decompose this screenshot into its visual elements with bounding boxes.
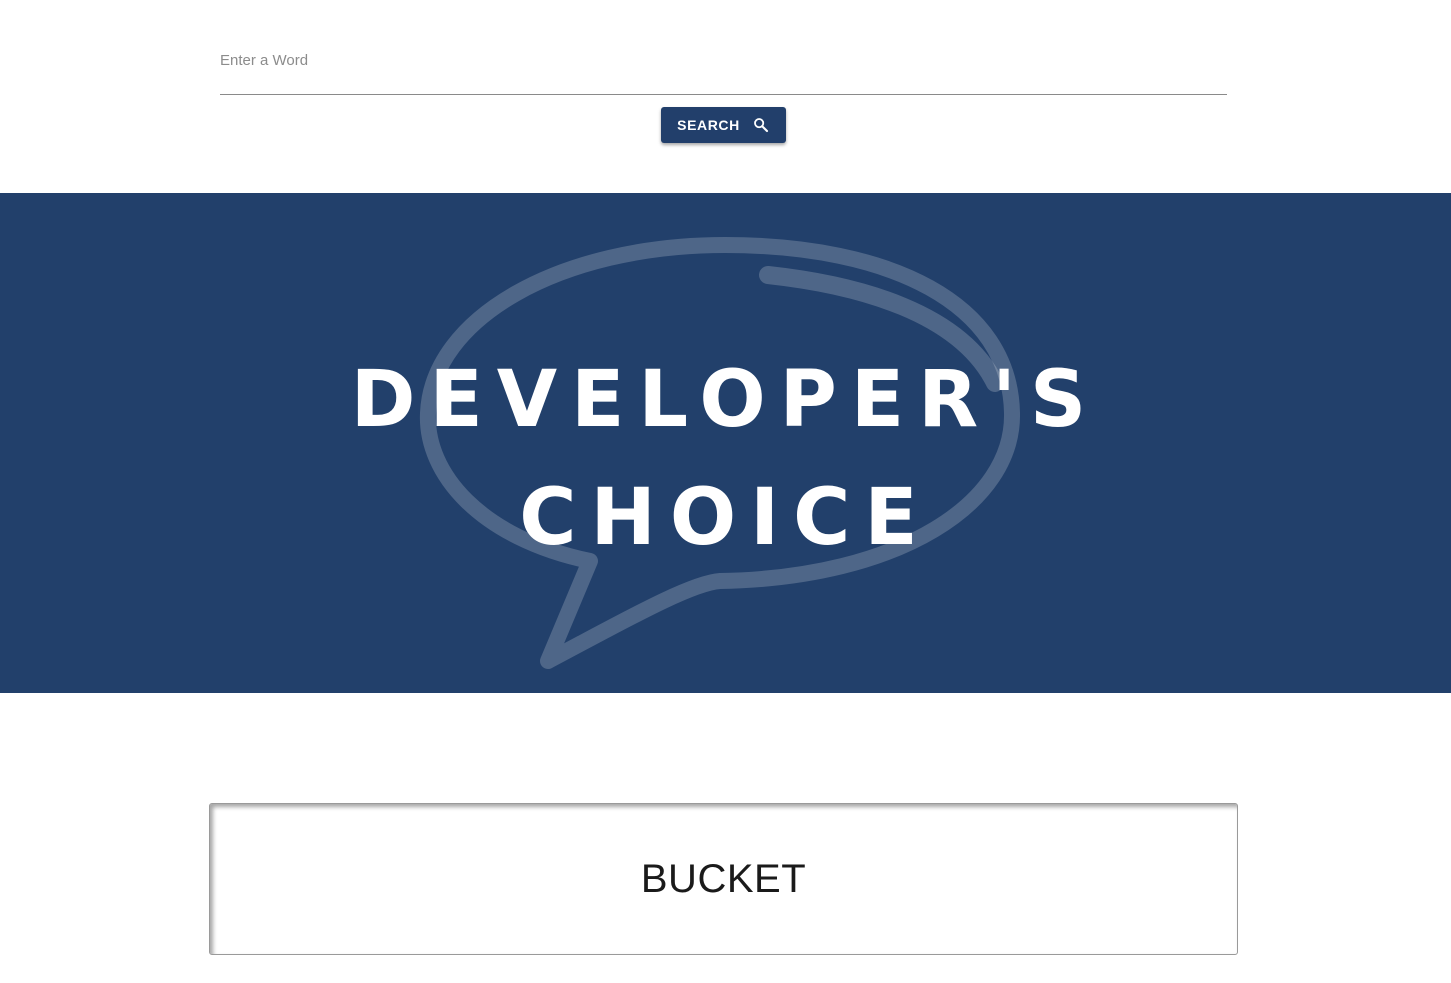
search-icon xyxy=(752,116,770,134)
search-input[interactable] xyxy=(220,48,1227,72)
search-field[interactable] xyxy=(220,36,1227,95)
search-button[interactable]: SEARCH xyxy=(661,107,786,143)
banner: DEVELOPER'S CHOICE xyxy=(0,193,1451,693)
result-card: BUCKET xyxy=(209,803,1238,955)
search-button-label: SEARCH xyxy=(677,117,740,133)
logo-title-line2: CHOICE xyxy=(519,473,932,563)
page: SEARCH DEVELOPER'S CHOICE BUCKET xyxy=(0,0,1451,983)
result-word: BUCKET xyxy=(640,856,807,901)
logo-title-line1: DEVELOPER'S xyxy=(350,355,1101,445)
